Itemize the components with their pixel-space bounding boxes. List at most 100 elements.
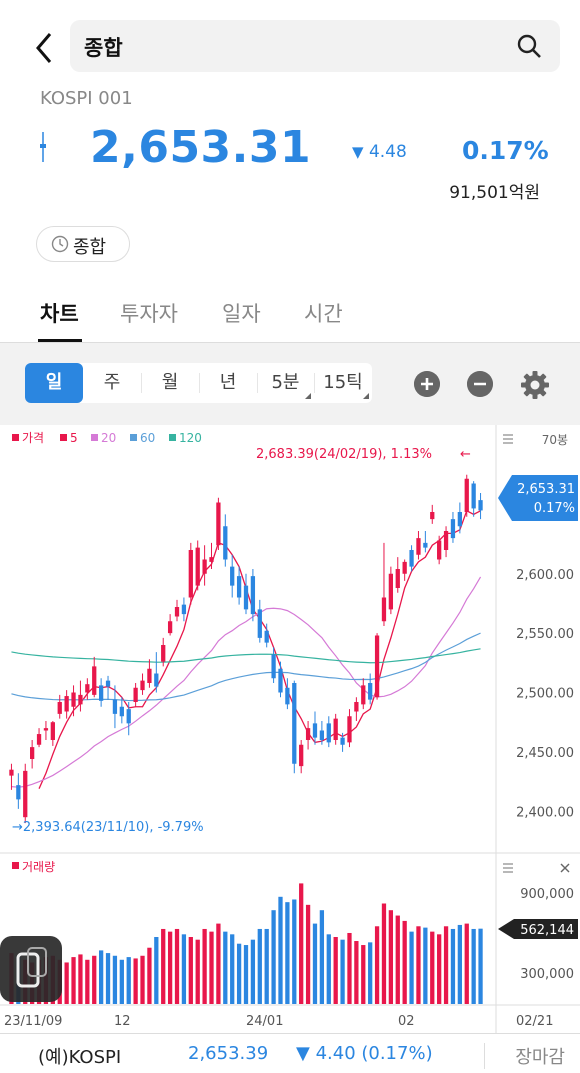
volume-bar bbox=[250, 939, 256, 1004]
tab-daily[interactable]: 일자 bbox=[222, 298, 261, 328]
legend-ma20: 20 bbox=[101, 431, 116, 445]
candle-body bbox=[416, 538, 421, 555]
y-tick-5: 2,400.00 bbox=[516, 805, 574, 820]
volume-bar bbox=[312, 923, 318, 1004]
candle bbox=[188, 542, 193, 605]
volume-bar bbox=[216, 923, 221, 1004]
candle bbox=[57, 694, 62, 719]
volume-bar bbox=[133, 958, 138, 1004]
period-week[interactable]: 주 bbox=[83, 363, 141, 403]
candle-body bbox=[16, 785, 21, 800]
volume-bar bbox=[326, 934, 331, 1004]
menu-lines-icon[interactable] bbox=[503, 434, 513, 444]
volume-bar bbox=[450, 928, 456, 1004]
tab-investor[interactable]: 투자자 bbox=[120, 298, 178, 328]
candle-body bbox=[236, 576, 242, 598]
period-day[interactable]: 일 bbox=[25, 363, 83, 403]
zoom-out-icon[interactable] bbox=[467, 371, 493, 397]
candle-body bbox=[409, 550, 414, 567]
candle bbox=[402, 559, 407, 581]
candle bbox=[174, 599, 180, 622]
volume-bar bbox=[85, 959, 90, 1004]
period-15tick-label: 15틱 bbox=[323, 372, 363, 393]
candle-body bbox=[167, 621, 173, 634]
period-month[interactable]: 월 bbox=[141, 363, 199, 403]
candle-body bbox=[98, 685, 104, 701]
candle bbox=[354, 697, 359, 721]
candle bbox=[299, 740, 304, 774]
candle-body bbox=[119, 706, 124, 717]
candle bbox=[437, 535, 442, 565]
volume-bar bbox=[71, 957, 76, 1004]
volume-bar bbox=[402, 920, 407, 1004]
volume-bar bbox=[471, 928, 476, 1004]
candle-body bbox=[30, 747, 35, 759]
candle-body bbox=[43, 728, 49, 731]
candle-body bbox=[471, 483, 476, 509]
volume-bar bbox=[374, 926, 380, 1004]
candle-body bbox=[133, 687, 138, 702]
y-tick-1: 2,600.00 bbox=[516, 568, 574, 583]
search-query[interactable]: 종합 bbox=[84, 32, 123, 62]
volume-bar bbox=[167, 931, 173, 1004]
volume-bar bbox=[105, 953, 111, 1004]
candle bbox=[381, 542, 387, 626]
candle bbox=[43, 721, 49, 740]
period-15tick[interactable]: 15틱 bbox=[314, 363, 372, 403]
y-tick-2: 2,550.00 bbox=[516, 627, 574, 642]
candle-body bbox=[223, 526, 228, 560]
volume-bar bbox=[457, 924, 462, 1004]
candle bbox=[326, 716, 331, 748]
volume-bar bbox=[147, 947, 152, 1004]
period-year[interactable]: 년 bbox=[199, 363, 257, 403]
back-arrow-icon[interactable] bbox=[30, 28, 60, 68]
candle bbox=[50, 721, 55, 746]
volume-tag-value: 562,144 bbox=[520, 923, 574, 938]
candle-body bbox=[326, 723, 331, 743]
volume-bar bbox=[112, 955, 118, 1004]
candle bbox=[416, 531, 421, 560]
detail-tabs: 차트 투자자 일자 시간 bbox=[0, 290, 580, 343]
candle-body bbox=[292, 683, 297, 764]
zoom-in-icon[interactable] bbox=[414, 371, 440, 397]
current-price-tag: 2,653.31 0.17% bbox=[498, 475, 578, 521]
volume-bar bbox=[188, 937, 193, 1004]
bottom-ticker[interactable]: (예)KOSPI 2,653.39 ▼ 4.40 (0.17%) 장마감 bbox=[0, 1033, 580, 1073]
y-axis-ticks: 2,600.00 2,550.00 2,500.00 2,450.00 2,400.00 bbox=[516, 568, 574, 821]
volume-menu-icon[interactable] bbox=[503, 863, 513, 873]
search-bar[interactable]: 종합 bbox=[70, 20, 560, 72]
candle bbox=[347, 709, 352, 748]
search-icon[interactable] bbox=[516, 33, 542, 59]
market-hours-chip[interactable]: 종합 bbox=[36, 226, 130, 262]
period-5min[interactable]: 5분 bbox=[257, 363, 314, 403]
ma5-line bbox=[38, 509, 481, 789]
tab-time[interactable]: 시간 bbox=[304, 298, 343, 328]
candle bbox=[181, 597, 187, 622]
volume-bar bbox=[209, 931, 214, 1004]
volume-bar bbox=[299, 883, 304, 1004]
candle bbox=[195, 540, 200, 591]
volume-bar bbox=[243, 945, 249, 1004]
volume-label: 거래량 bbox=[22, 860, 55, 874]
candle-body bbox=[57, 702, 62, 714]
high-arrow-icon: ← bbox=[460, 447, 471, 462]
tab-chart[interactable]: 차트 bbox=[40, 298, 79, 328]
candle-body bbox=[443, 531, 449, 550]
price-change-value: 4.48 bbox=[368, 142, 407, 162]
floating-window-button[interactable] bbox=[0, 936, 62, 1002]
candle-body bbox=[71, 692, 76, 707]
volume-bar bbox=[319, 910, 325, 1004]
price-chart[interactable]: 가격 5 20 60 120 70봉 2,600.00 2,550.00 2,500… bbox=[0, 425, 580, 1033]
candle bbox=[23, 763, 28, 824]
settings-gear-icon[interactable] bbox=[520, 370, 550, 400]
candle-body bbox=[147, 668, 152, 683]
volume-bar bbox=[478, 928, 483, 1004]
volume-bar bbox=[430, 931, 435, 1004]
candle bbox=[368, 673, 373, 705]
candle bbox=[464, 474, 469, 517]
volume-bar bbox=[361, 945, 366, 1004]
candle-count-label: 70봉 bbox=[542, 433, 568, 447]
candle-body bbox=[478, 500, 483, 511]
volume-close-icon[interactable] bbox=[560, 863, 570, 873]
volume-bar bbox=[140, 955, 145, 1004]
